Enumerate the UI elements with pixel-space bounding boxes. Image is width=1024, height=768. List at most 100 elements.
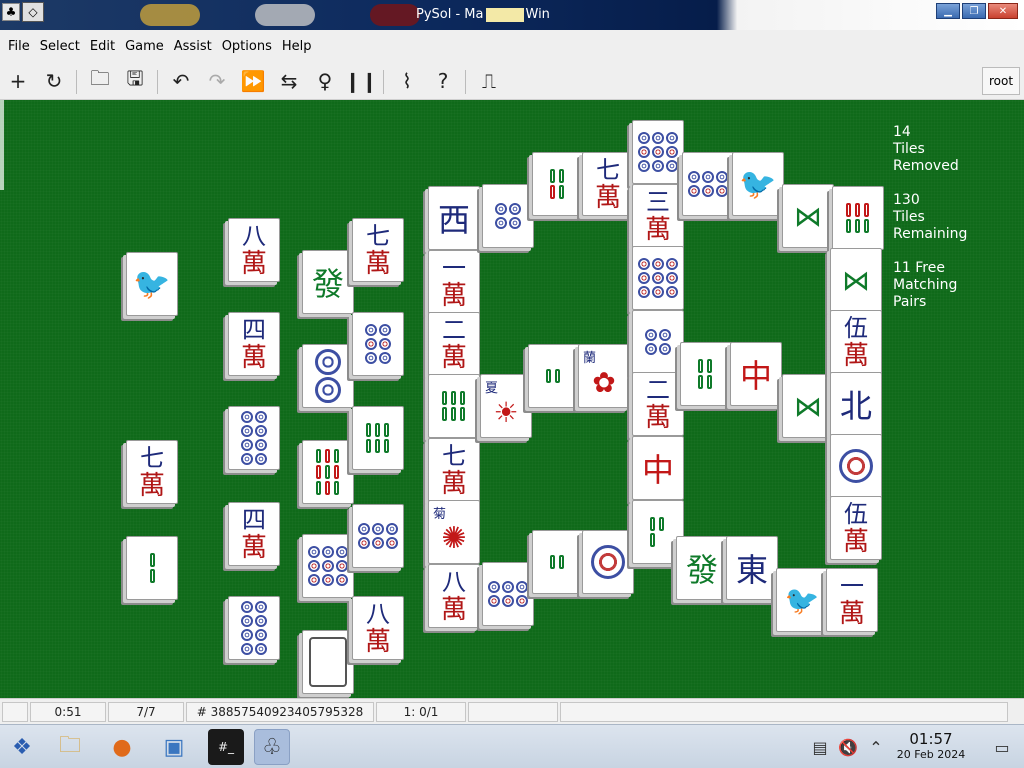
sun-icon: ☀: [493, 395, 519, 429]
menu-help[interactable]: Help: [278, 39, 316, 54]
tile-circles[interactable]: [352, 504, 404, 568]
tile-circles[interactable]: [632, 246, 684, 310]
tile-bird[interactable]: 🐦: [732, 152, 784, 216]
tile-circles[interactable]: [228, 596, 280, 660]
tile-character[interactable]: 八萬: [428, 564, 480, 628]
tile-wind-east[interactable]: 東: [726, 536, 778, 600]
tile-character[interactable]: 一萬: [826, 568, 878, 632]
toolbar-separator: [465, 70, 466, 94]
tile-character[interactable]: 八萬: [228, 218, 280, 282]
tile-bamboo[interactable]: [832, 186, 884, 250]
tile-circles[interactable]: [302, 344, 354, 408]
tile-dragon-green[interactable]: 發: [676, 536, 728, 600]
save-icon[interactable]: 🖫: [122, 66, 148, 94]
tile-character[interactable]: 二萬: [632, 372, 684, 436]
start-menu-icon[interactable]: ❖: [4, 729, 40, 765]
tile-circles[interactable]: [682, 152, 734, 216]
bamboo-icon: ⋈: [842, 263, 870, 297]
clock[interactable]: 01:57 20 Feb 2024: [886, 730, 976, 761]
help-icon[interactable]: ?: [430, 68, 456, 94]
pysol-task-icon[interactable]: ♧: [254, 729, 290, 765]
menu-game[interactable]: Game: [121, 39, 168, 54]
tile-blank[interactable]: [302, 630, 354, 694]
tile-wind-west[interactable]: 西: [428, 186, 480, 250]
menu-assist[interactable]: Assist: [170, 39, 216, 54]
tile-dragon-red[interactable]: 中: [632, 436, 684, 500]
tile-bamboo[interactable]: [302, 440, 354, 504]
tile-character[interactable]: 二萬: [428, 312, 480, 376]
tile-flower-orchid[interactable]: 蘭 ✿: [578, 344, 630, 408]
game-board[interactable]: 🐦 七萬 八萬 四萬 四萬 發 七萬 八萬 西 一萬 二萬 七萬 菊 ✺ 八萬 夏…: [0, 100, 1024, 698]
tile-dragon-red[interactable]: 中: [730, 342, 782, 406]
control-panel-icon[interactable]: ▣: [156, 729, 192, 765]
tile-character[interactable]: 七萬: [352, 218, 404, 282]
new-game-icon[interactable]: +: [5, 68, 31, 94]
bird-icon: 🐦: [784, 583, 820, 617]
pause-icon[interactable]: ❙❙: [344, 68, 378, 94]
tile-bamboo[interactable]: [528, 344, 580, 408]
hint-icon[interactable]: ♀: [312, 68, 338, 94]
terminal-icon[interactable]: #_: [208, 729, 244, 765]
tile-circles[interactable]: [582, 530, 634, 594]
open-icon[interactable]: 🗀: [87, 66, 113, 94]
tile-bird[interactable]: 🐦: [776, 568, 828, 632]
tile-circles[interactable]: [632, 120, 684, 184]
tile-character[interactable]: 八萬: [352, 596, 404, 660]
tile-suit: 萬: [440, 595, 467, 625]
tile-wind-north[interactable]: 北: [830, 372, 882, 436]
autodrop-icon[interactable]: ⏩: [240, 68, 266, 94]
shuffle-icon[interactable]: ⇆: [276, 68, 302, 94]
tile-bamboo[interactable]: ⋈: [782, 184, 834, 248]
redo-icon[interactable]: ↷: [204, 68, 230, 94]
status-game-number: # 38857540923405795328: [186, 702, 374, 722]
maximize-button[interactable]: ❐: [962, 3, 986, 19]
window-titlebar[interactable]: ♣ ◇ PySol - Ma Win ▁ ❐ ✕: [0, 0, 1024, 30]
tile-bamboo[interactable]: ⋈: [830, 248, 882, 312]
tile-character[interactable]: 四萬: [228, 312, 280, 376]
tile-bamboo[interactable]: ⋈: [782, 374, 834, 438]
tile-bamboo[interactable]: [428, 374, 480, 438]
tile-bamboo[interactable]: [352, 406, 404, 470]
tile-circles[interactable]: [830, 434, 882, 498]
tile-circles[interactable]: [228, 406, 280, 470]
menu-edit[interactable]: Edit: [86, 39, 119, 54]
tile-character[interactable]: 一萬: [428, 250, 480, 314]
tile-character[interactable]: 七萬: [582, 152, 634, 216]
tile-dragon-green[interactable]: 發: [302, 250, 354, 314]
tile-bird[interactable]: 🐦: [126, 252, 178, 316]
minimize-button[interactable]: ▁: [936, 3, 960, 19]
close-button[interactable]: ✕: [988, 3, 1018, 19]
tile-circles[interactable]: [482, 562, 534, 626]
restart-icon[interactable]: ↻: [41, 68, 67, 94]
menu-options[interactable]: Options: [218, 39, 276, 54]
tile-circles[interactable]: [302, 534, 354, 598]
tile-character[interactable]: 三萬: [632, 184, 684, 248]
show-desktop-icon[interactable]: ▭: [984, 729, 1020, 765]
bamboo-icon: ⋈: [794, 389, 822, 423]
menu-select[interactable]: Select: [36, 39, 84, 54]
window-menu-icon[interactable]: ♣: [2, 3, 20, 21]
undo-icon[interactable]: ↶: [168, 68, 194, 94]
tile-character[interactable]: 伍萬: [830, 496, 882, 560]
tile-circles[interactable]: [632, 310, 684, 374]
firefox-icon[interactable]: ●: [104, 729, 140, 765]
tile-circles[interactable]: [352, 312, 404, 376]
tile-bamboo[interactable]: [126, 536, 178, 600]
tile-character[interactable]: 四萬: [228, 502, 280, 566]
tile-circles[interactable]: [482, 184, 534, 248]
statistics-icon[interactable]: ⌇: [394, 68, 420, 94]
tile-season-summer[interactable]: 夏 ☀: [480, 374, 532, 438]
tile-character[interactable]: 七萬: [428, 438, 480, 502]
tile-character[interactable]: 伍萬: [830, 310, 882, 374]
menu-file[interactable]: File: [4, 39, 34, 54]
tile-bamboo[interactable]: [532, 152, 584, 216]
tile-bamboo[interactable]: [680, 342, 732, 406]
tile-number: 八: [241, 222, 266, 250]
file-manager-icon[interactable]: 🗀: [52, 729, 88, 765]
tile-character[interactable]: 七萬: [126, 440, 178, 504]
window-restore-icon[interactable]: ◇: [22, 2, 44, 22]
tile-face: 中: [641, 451, 674, 489]
tile-flower-chrysanthemum[interactable]: 菊 ✺: [428, 500, 480, 564]
quit-icon[interactable]: ⎍: [476, 68, 502, 94]
tile-bamboo[interactable]: [532, 530, 584, 594]
